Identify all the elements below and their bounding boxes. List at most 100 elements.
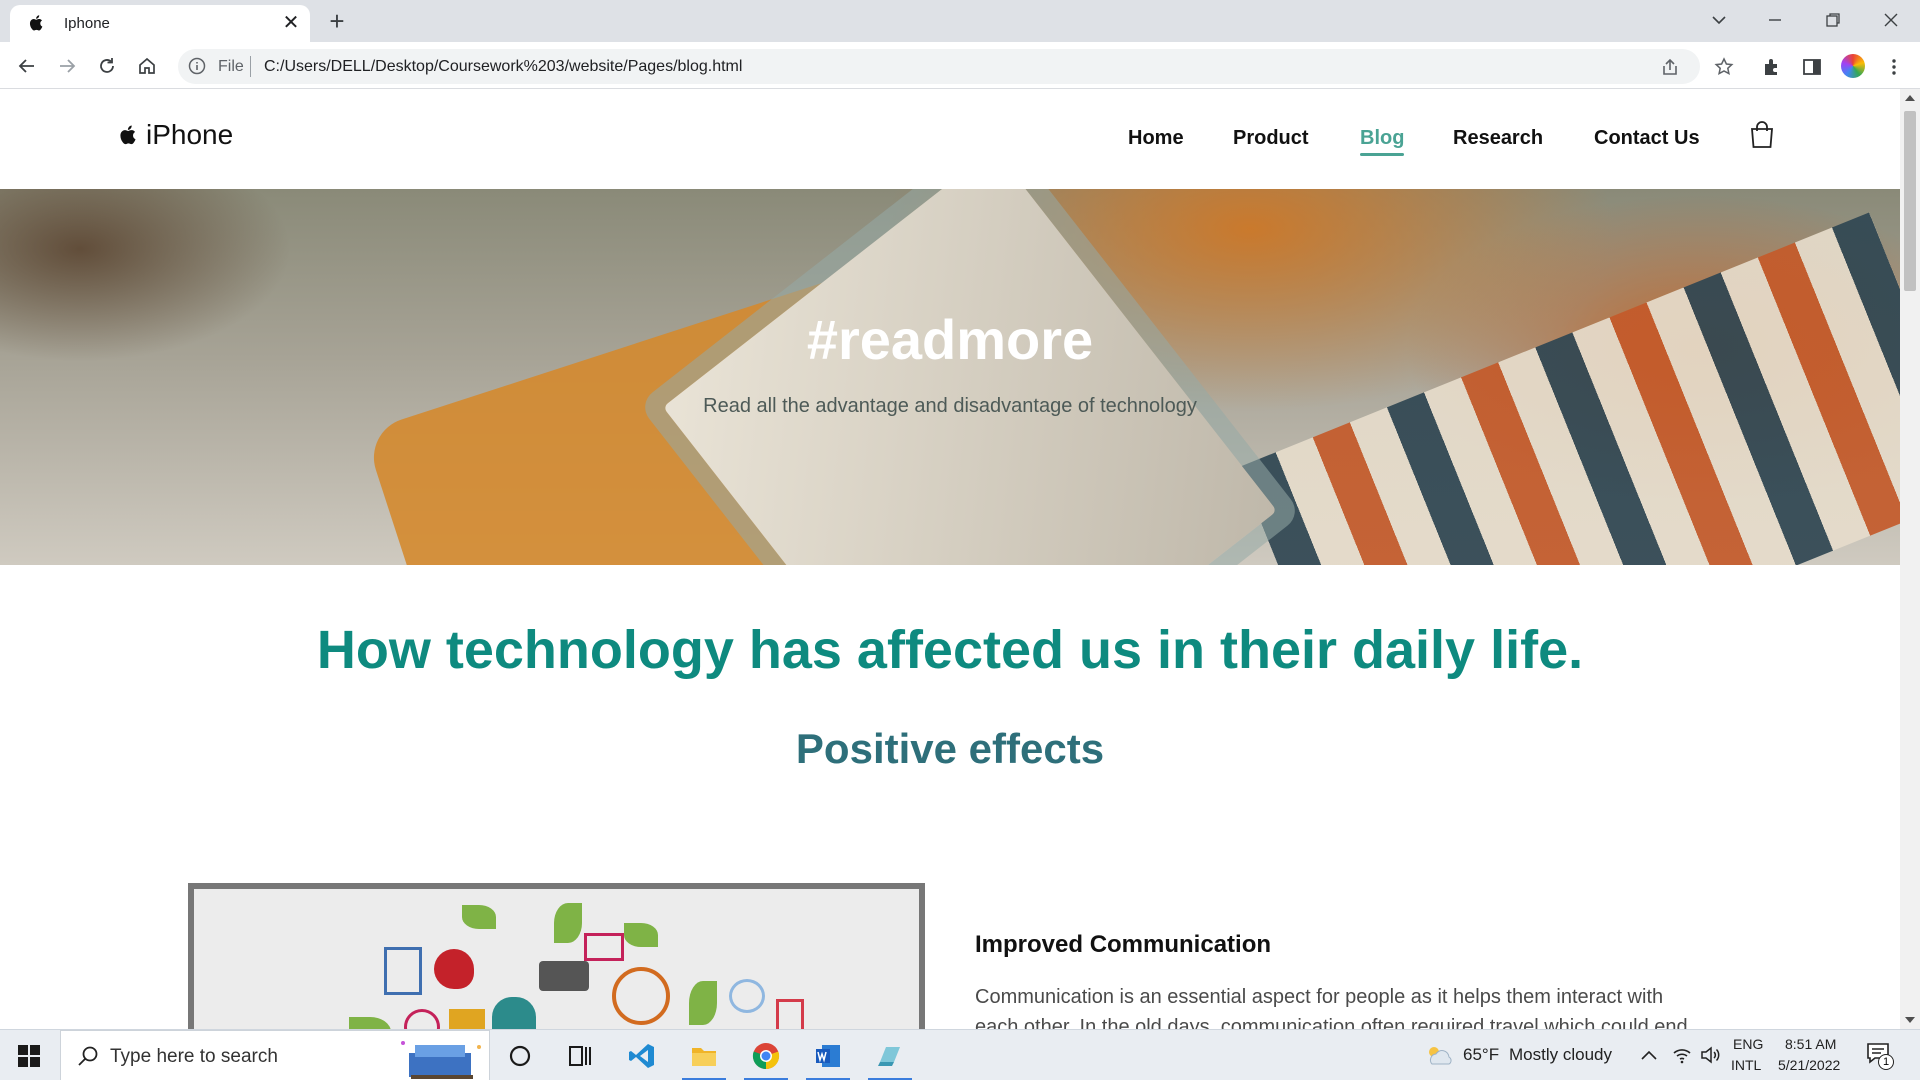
nav-research[interactable]: Research bbox=[1453, 127, 1543, 150]
volume-icon[interactable] bbox=[1700, 1045, 1722, 1065]
share-icon[interactable] bbox=[1660, 57, 1680, 77]
browser-tabstrip: Iphone ✕ + bbox=[0, 0, 1920, 42]
forward-button[interactable] bbox=[53, 52, 81, 80]
restore-button[interactable] bbox=[1810, 0, 1856, 42]
search-highlight-icon bbox=[401, 1041, 481, 1079]
windows-icon[interactable] bbox=[18, 1045, 40, 1067]
reload-icon bbox=[100, 58, 114, 73]
close-icon[interactable]: ✕ bbox=[280, 12, 302, 34]
search-placeholder: Type here to search bbox=[110, 1046, 278, 1067]
scroll-up-icon[interactable] bbox=[1905, 95, 1915, 101]
windows-taskbar: Type here to search 65°F Mostly cloudy E… bbox=[0, 1029, 1920, 1080]
nav-blog[interactable]: Blog bbox=[1360, 127, 1404, 150]
brand-name: iPhone bbox=[146, 119, 234, 150]
taskbar-search[interactable]: Type here to search bbox=[60, 1030, 490, 1080]
back-button[interactable] bbox=[13, 52, 41, 80]
chevron-up-icon[interactable] bbox=[1640, 1048, 1658, 1062]
minimize-icon bbox=[1769, 19, 1781, 21]
divider bbox=[250, 56, 251, 77]
app-button[interactable] bbox=[862, 1030, 918, 1080]
app-icon bbox=[878, 1047, 900, 1066]
cortana-button[interactable] bbox=[492, 1030, 548, 1080]
weather-text[interactable]: Mostly cloudy bbox=[1509, 1045, 1612, 1065]
leaf-shape bbox=[349, 1017, 391, 1029]
active-nav-underline bbox=[1360, 153, 1404, 156]
taskview-button[interactable] bbox=[552, 1030, 608, 1080]
chrome-button[interactable] bbox=[738, 1030, 794, 1080]
word-icon bbox=[816, 1045, 840, 1067]
url-text[interactable]: C:/Users/DELL/Desktop/Coursework%203/web… bbox=[264, 58, 742, 76]
globe-icon bbox=[612, 967, 670, 1025]
vscode-button[interactable] bbox=[614, 1030, 670, 1080]
nav-product[interactable]: Product bbox=[1233, 127, 1309, 150]
chrome-icon bbox=[752, 1043, 780, 1070]
sidepanel-icon[interactable] bbox=[1802, 57, 1822, 77]
article-title: Improved Communication bbox=[975, 931, 1272, 958]
leaf-shape bbox=[624, 923, 658, 947]
people-icon bbox=[492, 997, 536, 1029]
forward-icon bbox=[60, 59, 76, 73]
chevron-down-icon bbox=[1712, 16, 1726, 25]
address-bar[interactable]: File C:/Users/DELL/Desktop/Coursework%20… bbox=[178, 49, 1700, 84]
wifi-shape bbox=[404, 1009, 440, 1029]
clock-date[interactable]: 5/21/2022 bbox=[1778, 1057, 1840, 1073]
reload-button[interactable] bbox=[93, 52, 121, 80]
hero-subtitle: Read all the advantage and disadvantage … bbox=[703, 395, 1197, 417]
browser-tab[interactable]: Iphone ✕ bbox=[10, 5, 310, 42]
apple-icon bbox=[120, 125, 136, 145]
vscode-icon bbox=[629, 1044, 654, 1068]
mail-icon bbox=[584, 933, 624, 961]
scheme-label: File bbox=[218, 58, 244, 75]
tab-search-button[interactable] bbox=[1696, 0, 1742, 42]
article-body: Communication is an essential aspect for… bbox=[975, 986, 1688, 1029]
site-header: iPhone Home Product Blog Research Contac… bbox=[0, 89, 1900, 189]
apple-icon bbox=[29, 15, 43, 31]
page-scrollbar[interactable] bbox=[1900, 89, 1920, 1029]
wifi-icon[interactable] bbox=[1672, 1045, 1692, 1065]
house-icon bbox=[449, 1009, 485, 1029]
bird-icon bbox=[434, 949, 474, 989]
cart-icon[interactable] bbox=[1749, 121, 1775, 149]
notification-button[interactable]: 1 bbox=[1866, 1042, 1896, 1070]
back-icon bbox=[18, 59, 34, 73]
section-title: Positive effects bbox=[795, 725, 1105, 772]
explorer-icon bbox=[692, 1048, 716, 1066]
tab-title: Iphone bbox=[64, 15, 110, 32]
menu-icon[interactable] bbox=[1884, 57, 1904, 77]
nav-home[interactable]: Home bbox=[1128, 127, 1184, 150]
hero-image-book bbox=[662, 189, 1278, 565]
scroll-thumb[interactable] bbox=[1904, 111, 1916, 291]
weather-temp[interactable]: 65°F bbox=[1463, 1045, 1499, 1065]
search-icon bbox=[78, 1046, 98, 1066]
hero-image-blanket bbox=[1238, 212, 1900, 565]
star-icon[interactable] bbox=[1714, 57, 1734, 77]
word-button[interactable] bbox=[800, 1030, 856, 1080]
keyboard-layout[interactable]: INTL bbox=[1731, 1057, 1761, 1073]
extensions-icon[interactable] bbox=[1762, 57, 1782, 77]
clock-time[interactable]: 8:51 AM bbox=[1785, 1036, 1836, 1052]
page-viewport: iPhone Home Product Blog Research Contac… bbox=[0, 89, 1920, 1029]
page-title: How technology has affected us in their … bbox=[316, 620, 1584, 680]
leaf-shape bbox=[554, 903, 582, 943]
close-window-button[interactable] bbox=[1868, 0, 1914, 42]
scroll-down-icon[interactable] bbox=[1905, 1017, 1915, 1023]
profile-avatar[interactable] bbox=[1841, 54, 1865, 78]
music-icon bbox=[729, 979, 765, 1013]
plus-icon[interactable]: + bbox=[322, 6, 352, 36]
book-icon bbox=[776, 999, 804, 1029]
minimize-button[interactable] bbox=[1752, 0, 1798, 42]
article-image bbox=[188, 883, 925, 1029]
restore-icon bbox=[1826, 13, 1840, 27]
taskview-icon bbox=[569, 1046, 591, 1066]
nav-contact-us[interactable]: Contact Us bbox=[1594, 127, 1700, 150]
cortana-icon bbox=[509, 1045, 531, 1067]
language-indicator[interactable]: ENG bbox=[1733, 1036, 1763, 1052]
close-icon bbox=[1884, 13, 1898, 27]
leaf-shape bbox=[689, 981, 717, 1025]
info-icon[interactable] bbox=[188, 57, 206, 75]
notification-count: 1 bbox=[1878, 1054, 1894, 1070]
file-explorer-button[interactable] bbox=[676, 1030, 732, 1080]
home-icon bbox=[139, 57, 155, 74]
home-button[interactable] bbox=[133, 52, 161, 80]
weather-icon[interactable] bbox=[1424, 1044, 1454, 1066]
